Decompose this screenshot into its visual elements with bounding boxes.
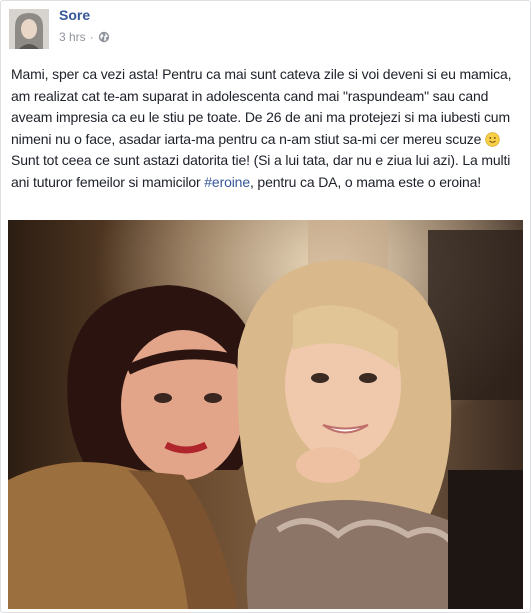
hashtag-link[interactable]: #eroine — [204, 174, 250, 190]
post-meta: 3 hrs · — [59, 30, 110, 44]
post-card: Sore 3 hrs · Mami, sper ca vezi asta! Pe… — [0, 0, 531, 613]
selfie-photo — [8, 220, 523, 609]
author-avatar[interactable] — [9, 9, 49, 49]
post-text: Mami, sper ca vezi asta! Pentru ca mai s… — [11, 64, 523, 193]
author-name[interactable]: Sore — [59, 7, 90, 23]
post-text-part-3: , pentru ca DA, o mama este o eroina! — [249, 173, 481, 190]
timestamp[interactable]: 3 hrs — [59, 30, 86, 44]
post-text-part-1: Mami, sper ca vezi asta! Pentru ca mai s… — [11, 66, 512, 147]
smiley-emoji-icon — [485, 131, 500, 147]
globe-icon[interactable] — [98, 31, 110, 43]
post-photo[interactable] — [8, 220, 523, 609]
meta-separator: · — [89, 30, 94, 44]
